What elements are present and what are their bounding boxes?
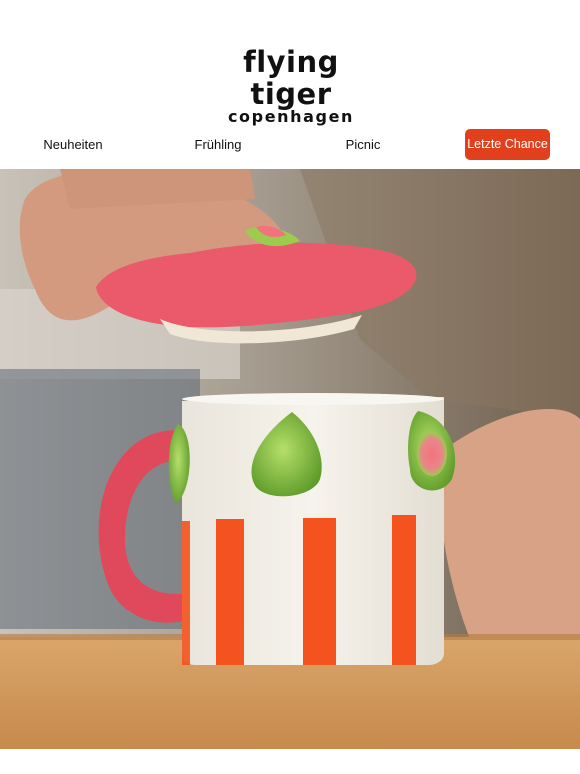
logo-wordmark: flying tiger [243,45,339,111]
nav-item-picnic[interactable]: Picnic [334,130,392,160]
bottom-spacer [0,749,580,774]
mug-stripe-3 [392,515,416,665]
nav-item-neuheiten[interactable]: Neuheiten [34,130,112,160]
mug-stripe-1 [216,519,244,665]
email-header: flying tiger copenhagen [0,0,580,128]
right-hand [439,409,580,639]
nav-item-fruehling[interactable]: Frühling [184,130,252,160]
logo-subline: copenhagen [227,107,355,126]
mug-photo-illustration [0,169,580,749]
hero-image[interactable] [0,169,580,749]
brand-logo[interactable]: flying tiger copenhagen [198,46,384,126]
nav-item-letzte-chance-button[interactable]: Letzte Chance [465,129,550,160]
mug-stripe-2 [303,518,336,665]
background-jeans [0,369,200,629]
main-navigation: Neuheiten Frühling Picnic Letzte Chance [0,128,580,169]
